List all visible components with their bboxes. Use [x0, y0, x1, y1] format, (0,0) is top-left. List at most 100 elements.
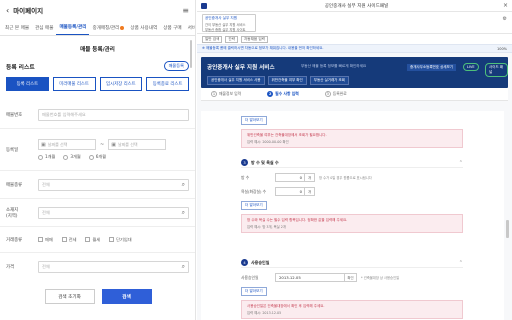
date-from-placeholder: 날짜를 선택	[47, 141, 68, 147]
notification-dot	[120, 25, 125, 30]
period-3m-label: 3개월	[70, 154, 81, 159]
approval-date-hint: * 건축물대장 상 사용승인일	[361, 276, 400, 280]
banner-buttons: 공인중개사 실무 지원 서비스 사용 위반건축물 여부 확인 부동산 실거래가 …	[207, 76, 352, 85]
location-select[interactable]: 전체 ⌕	[38, 206, 189, 219]
error-message: 위반건축물 여부는 건축물대장에서 조회가 필요합니다.	[247, 133, 327, 137]
service-tab-card[interactable]: 공인중개사 실무 지원 간이 부동산 실무 지원 서비스 부동산 종합 실무 지…	[202, 14, 256, 32]
period-3m-radio[interactable]: 3개월	[63, 154, 81, 160]
room-count-hint: 방 수가 0일 경우 원룸으로 표시됩니다	[319, 176, 372, 180]
tab-favorites[interactable]: 관심 매물	[32, 25, 56, 35]
banner-button-realprice[interactable]: 부동산 실거래가 조회	[309, 76, 349, 85]
left-scrollbar[interactable]	[190, 40, 192, 68]
list-type-segment: 등록 리스트 미러매물 리스트 임시저장 리스트 등록종료 리스트	[6, 77, 189, 91]
panel-scrollbar[interactable]	[506, 220, 509, 238]
rooms-error: 방 수와 욕실 수는 필수 입력 항목입니다. 정확한 값을 입력해 주세요. …	[241, 214, 463, 233]
zoom-level[interactable]: 100%	[497, 47, 507, 51]
bath-count-unit: 개	[305, 187, 315, 196]
approval-date-header[interactable]: 4 사용승인일 ⌃	[241, 258, 463, 268]
trade-label: 거래종류	[6, 237, 23, 243]
error-example: 입력 예시: 방 3개, 욕실 2개	[247, 225, 286, 229]
trade-jeonse-checkbox[interactable]: 전세	[61, 237, 76, 243]
banner-button-service[interactable]: 공인중개사 실무 지원 서비스 사용	[207, 76, 265, 85]
category-value: 전체	[42, 181, 50, 187]
filter-autofill[interactable]: 자동채움 입력	[241, 35, 268, 43]
room-count-label: 방 수	[241, 174, 250, 180]
date-range-separator: ~	[100, 141, 105, 148]
step-label: 등록완료	[332, 91, 347, 96]
step-3[interactable]: 3 등록완료	[324, 91, 347, 97]
learn-more-button[interactable]: 더 알아보기	[241, 201, 267, 210]
search-icon[interactable]: ⌕	[182, 181, 185, 189]
tab-matching[interactable]: 중개매칭/관리	[89, 25, 127, 35]
chevron-up-icon[interactable]: ⌃	[459, 260, 463, 266]
learn-more-button[interactable]: 더 알아보기	[241, 287, 267, 296]
approval-date-confirm[interactable]: 확인	[345, 273, 357, 282]
period-radios: 1개월 3개월 6개월	[38, 154, 189, 160]
approval-date-label: 사용승인일	[241, 274, 259, 280]
tab-recent[interactable]: 최근 본 매물	[2, 25, 32, 35]
room-count-unit: 개	[305, 173, 315, 182]
search-button[interactable]: 검색	[101, 289, 152, 304]
trade-short-checkbox[interactable]: 단기임대	[109, 237, 132, 243]
learn-more-button[interactable]: 더 알아보기	[241, 116, 267, 125]
category-select[interactable]: 전체 ⌕	[38, 178, 189, 191]
date-to-input[interactable]: ▣ 날짜를 선택	[108, 139, 167, 150]
search-icon[interactable]: ⌕	[182, 263, 185, 271]
broker-id-button[interactable]: 중개사무소등록번호 상세보기	[407, 64, 456, 71]
reg-date-row: 등록일 ▣ 날짜를 선택 ~ ▣ 날짜를 선택 1개월 3개월 6개월	[0, 129, 195, 171]
tab-listing-manage[interactable]: 매물등록/관리	[56, 24, 90, 35]
mypage-panel: ‹ 마이페이지 ≡ 최근 본 매물 관심 매물 매물등록/관리 중개매칭/관리 …	[0, 0, 196, 320]
banner-button-violation[interactable]: 위반건축물 여부 확인	[267, 76, 307, 85]
price-select[interactable]: 전체 ⌕	[38, 261, 189, 273]
search-icon[interactable]: ⌕	[182, 209, 185, 217]
block-title: 사용승인일	[251, 259, 270, 265]
period-6m-radio[interactable]: 6개월	[88, 154, 106, 160]
segment-registered[interactable]: 등록 리스트	[6, 77, 49, 91]
hamburger-icon[interactable]: ≡	[182, 6, 189, 15]
room-count-input[interactable]: 0	[275, 173, 305, 182]
chevron-left-icon[interactable]: ‹	[6, 6, 9, 15]
register-listing-button[interactable]: 매물등록	[163, 61, 189, 71]
tab-service[interactable]: 서비스 >	[185, 25, 195, 35]
sidepanel-pill[interactable]: 사이드 패널	[485, 63, 508, 77]
price-value: 전체	[42, 264, 50, 269]
page-title: 마이페이지	[13, 7, 44, 15]
reset-button[interactable]: 검색 초기화	[44, 289, 95, 304]
tab-usage[interactable]: 상품 사용내역	[127, 25, 160, 35]
settings-icon[interactable]: ⚙	[503, 16, 507, 22]
error-example: 입력 예시: 2000-00-00 확인	[247, 140, 289, 144]
chevron-up-icon[interactable]: ⌃	[459, 160, 463, 166]
notice-bar: ※ 매물등록 폼에 클릭하시면 자동으로 정보가 채워집니다. 내용을 먼저 확…	[197, 44, 512, 53]
date-from-input[interactable]: ▣ 날짜를 선택	[38, 139, 96, 150]
room-count-field: 방 수 0 개 방 수가 0일 경우 원룸으로 표시됩니다	[241, 173, 463, 182]
segment-mirror[interactable]: 미러매물 리스트	[52, 77, 96, 91]
approval-date-input[interactable]: 2013.12.05	[275, 273, 345, 282]
trade-monthly-checkbox[interactable]: 월세	[85, 237, 100, 243]
violation-error: 위반건축물 여부는 건축물대장에서 조회가 필요합니다. 입력 예시: 2000…	[241, 129, 463, 148]
tab-purchase[interactable]: 상품 구매	[160, 25, 184, 35]
live-pill[interactable]: LIVE	[463, 63, 479, 71]
checkbox-box	[85, 237, 91, 242]
banner-title: 공인중개사 실무 지원 서비스	[207, 65, 275, 71]
step-1[interactable]: 1 매물정보 입력	[211, 91, 241, 97]
segment-ended[interactable]: 등록종료 리스트	[146, 77, 189, 91]
date-to-placeholder: 날짜를 선택	[117, 141, 138, 147]
section-title: 등록 리스트	[6, 64, 35, 71]
filter-brief[interactable]: 간략	[225, 35, 238, 43]
bath-count-field: 욕실(화장실) 수 0 개	[241, 187, 463, 196]
panel-titlebar: 공인중개사 실무 지원 사이드패널 ×	[197, 0, 512, 12]
bath-count-input[interactable]: 0	[275, 187, 305, 196]
checkbox-box	[38, 237, 43, 242]
listing-no-input[interactable]: 매물번호를 입력해주세요	[38, 108, 189, 121]
close-icon[interactable]: ×	[503, 2, 508, 9]
segment-draft[interactable]: 임시저장 리스트	[99, 77, 143, 91]
trade-sale-checkbox[interactable]: 매매	[38, 237, 53, 243]
filter-bar: 일반 검색 간략 자동채움 입력	[197, 34, 512, 44]
radio-circle	[63, 154, 69, 160]
calendar-icon: ▣	[41, 141, 46, 148]
period-1m-radio[interactable]: 1개월	[38, 154, 55, 160]
rooms-header[interactable]: 3 방 수 및 욕실 수 ⌃	[241, 158, 463, 168]
listing-no-row: 매물번호 매물번호를 입력해주세요	[0, 101, 195, 129]
filter-general[interactable]: 일반 검색	[202, 35, 223, 43]
step-2[interactable]: 2 필수 사항 입력	[267, 91, 299, 97]
